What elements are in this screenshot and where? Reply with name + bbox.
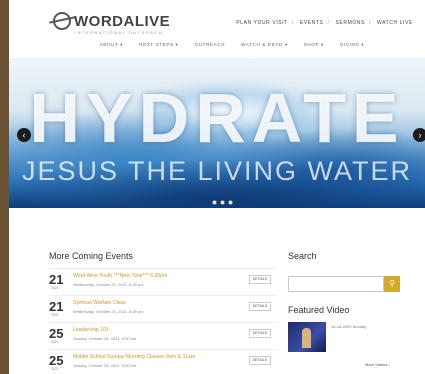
event-year: 2021: [51, 367, 59, 371]
featured-video-thumbnail[interactable]: [288, 322, 326, 352]
chevron-right-icon[interactable]: ›: [413, 128, 425, 142]
event-details-button[interactable]: DETAILS: [249, 302, 271, 311]
more-videos-link[interactable]: More Videos ›: [365, 362, 390, 367]
event-row: 21 2021 Word Alive Youth ***New Time*** …: [49, 268, 277, 294]
event-title-link[interactable]: Spiritual Warfare Class: [73, 300, 126, 306]
top-link-sermons[interactable]: SERMONS: [336, 20, 365, 26]
top-link-watch-live[interactable]: WATCH LIVE: [377, 20, 413, 26]
events-heading: More Coming Events: [49, 251, 134, 261]
event-details-button[interactable]: DETAILS: [249, 356, 271, 365]
top-link-events[interactable]: EVENTS: [300, 20, 324, 26]
event-row: 21 2021 Spiritual Warfare Class Wednesda…: [49, 295, 277, 321]
top-links: PLAN YOUR VISIT / EVENTS / SERMONS / WATCH …: [236, 20, 413, 26]
nav-next-steps[interactable]: NEXT STEPS ▾: [139, 42, 178, 54]
logo-text: WORDALIVE: [74, 12, 171, 30]
event-day: 25: [49, 353, 64, 368]
event-title-link[interactable]: Word Alive Youth ***New Time*** 6:30pm: [73, 273, 167, 279]
event-details-button[interactable]: DETAILS: [249, 275, 271, 284]
event-day: 21: [49, 299, 64, 314]
slider-dot[interactable]: [220, 200, 225, 205]
event-date: Wednesday, October 21, 2021, 6:30 pm: [73, 282, 144, 287]
nav-watch-read[interactable]: WATCH & READ ▾: [241, 42, 288, 54]
logo-subtitle: INTERNATIONAL OUTREACH: [75, 30, 164, 35]
event-title-link[interactable]: Middle School Sunday Morning Classes 9am…: [73, 354, 195, 360]
featured-video-heading: Featured Video: [288, 305, 350, 315]
top-link-plan-visit[interactable]: PLAN YOUR VISIT: [236, 20, 288, 26]
nav-about[interactable]: ABOUT ▾: [100, 42, 124, 54]
event-row: 25 2021 Middle School Sunday Morning Cla…: [49, 349, 277, 374]
site-logo[interactable]: WORDALIVE: [53, 12, 170, 30]
chevron-left-icon[interactable]: ‹: [17, 128, 31, 142]
nav-shop[interactable]: SHOP ▾: [304, 42, 324, 54]
site-header: WORDALIVE INTERNATIONAL OUTREACH PLAN YO…: [9, 0, 425, 40]
hero-title: HYDRATE: [29, 79, 405, 157]
event-details-button[interactable]: DETAILS: [249, 329, 271, 338]
hero-subtitle: JESUS THE LIVING WATER: [21, 156, 413, 186]
search-input[interactable]: [288, 276, 384, 292]
event-date: Wednesday, October 21, 2021, 6:30 pm: [73, 309, 144, 314]
hero-slider[interactable]: HYDRATE JESUS THE LIVING WATER ‹ ›: [9, 58, 425, 208]
event-day: 21: [49, 272, 64, 287]
event-row: 25 2021 Leadership 101 Sunday, October 2…: [49, 322, 277, 348]
event-title-link[interactable]: Leadership 101: [73, 327, 109, 333]
nav-giving[interactable]: GIVING ▾: [340, 42, 364, 54]
event-date: Sunday, October 25, 2021, 9:00 am: [73, 336, 137, 341]
event-year: 2021: [51, 286, 59, 290]
event-year: 2021: [51, 340, 59, 344]
slider-dot[interactable]: [228, 200, 233, 205]
search-icon: ⚲: [389, 279, 395, 288]
globe-logo-icon: [53, 12, 71, 30]
main-nav: ABOUT ▾ NEXT STEPS ▾ OUTREACH WATCH & RE…: [9, 42, 425, 54]
nav-outreach[interactable]: OUTREACH: [194, 42, 225, 54]
event-year: 2021: [51, 313, 59, 317]
event-day: 25: [49, 326, 64, 341]
search-button[interactable]: ⚲: [384, 276, 400, 292]
web-page: WORDALIVE INTERNATIONAL OUTREACH PLAN YO…: [9, 0, 425, 374]
video-caption[interactable]: 10-18-2020 Sunday: [331, 324, 366, 329]
slider-dots: [212, 200, 233, 205]
slider-dot[interactable]: [212, 200, 217, 205]
search-heading: Search: [288, 251, 317, 261]
window-frame-left: [0, 0, 9, 374]
event-date: Sunday, October 25, 2021, 9:00 am: [73, 363, 137, 368]
